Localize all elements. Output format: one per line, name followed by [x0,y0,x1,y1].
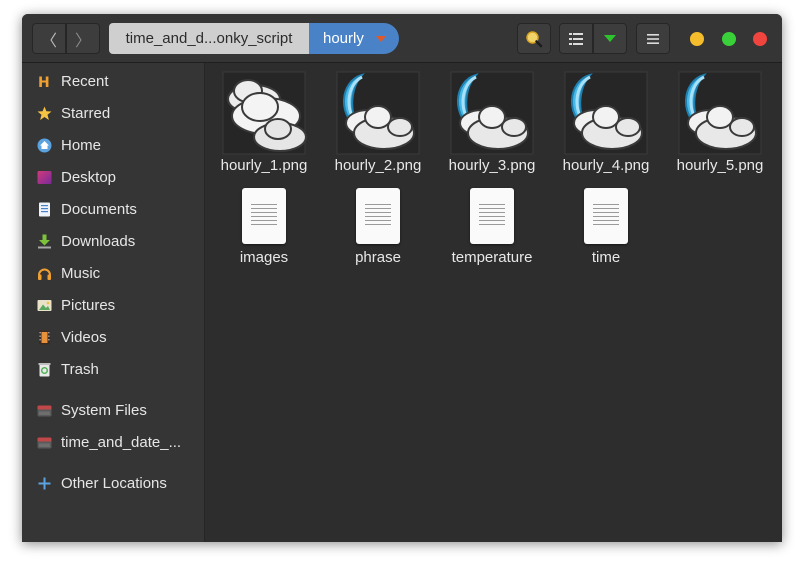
file-name: time [591,249,621,266]
sidebar-item-label: Other Locations [61,475,167,492]
moon-cloud-image-thumbnail [564,71,648,155]
sidebar-item-label: time_and_date_... [61,434,182,451]
list-view-icon [569,32,583,45]
drive-icon [37,437,52,449]
sidebar-item-label: Documents [61,201,137,218]
sidebar-item-videos[interactable]: Videos [22,322,204,352]
sidebar-item-documents[interactable]: Documents [22,194,204,224]
text-document-icon [356,188,400,244]
file-item[interactable]: hourly_5.png [664,71,776,177]
sidebar-item-label: Downloads [61,233,136,250]
moon-cloud-image-thumbnail [336,71,420,155]
file-item[interactable]: phrase [322,188,434,268]
sidebar-item-label: Videos [61,329,107,346]
file-name: hourly_2.png [334,157,422,174]
sidebar-item-label: Home [61,137,102,154]
file-name: phrase [355,249,401,266]
breadcrumb-current-folder[interactable]: hourly [309,23,399,54]
caret-down-icon [375,35,386,42]
search-icon [526,30,543,47]
view-options-button[interactable] [593,23,627,54]
sidebar-item-other-locations[interactable]: Other Locations [22,468,204,498]
file-manager-window: 〈 〉 time_and_d...onky_script hourly H Re… [22,14,782,542]
sidebar-item-trash[interactable]: Trash [22,354,204,384]
file-name: images [239,249,289,266]
text-document-icon [470,188,514,244]
sidebar-item-label: Recent [61,73,109,90]
search-button[interactable] [517,23,551,54]
star-icon [37,106,52,120]
pictures-icon [37,300,52,311]
svg-text:H: H [38,75,50,89]
breadcrumb-parent-label: time_and_d...onky_script [125,30,293,47]
file-item[interactable]: hourly_4.png [550,71,662,177]
sidebar-item-time-and-date-volume[interactable]: time_and_date_... [22,427,204,457]
desktop-icon [37,171,52,184]
file-item[interactable]: hourly_2.png [322,71,434,177]
sidebar-item-recent[interactable]: H Recent [22,66,204,96]
sidebar: H Recent Starred Home Desktop Documents … [22,63,205,542]
back-button[interactable]: 〈 [32,23,66,54]
file-item[interactable]: hourly_1.png [208,71,320,177]
breadcrumb-parent-folder[interactable]: time_and_d...onky_script [109,23,309,54]
file-grid: hourly_1.png hourly_2.png hourly_3.png h… [205,63,782,542]
moon-cloud-image-thumbnail [678,71,762,155]
text-document-icon [242,188,286,244]
sidebar-item-label: Desktop [61,169,117,186]
file-item[interactable]: hourly_3.png [436,71,548,177]
main-menu-button[interactable] [636,23,670,54]
file-name: hourly_4.png [562,157,650,174]
file-item[interactable]: time [550,188,662,268]
list-view-button[interactable] [559,23,593,54]
chevron-left-icon: 〈 [40,32,57,50]
videos-icon [39,330,50,345]
sidebar-item-label: Music [61,265,101,282]
plus-icon [38,477,51,490]
sidebar-item-label: Starred [61,105,111,122]
text-document-icon [584,188,628,244]
file-item[interactable]: temperature [436,188,548,268]
sidebar-item-label: System Files [61,402,147,419]
file-name: hourly_3.png [448,157,536,174]
sidebar-item-starred[interactable]: Starred [22,98,204,128]
trash-icon [38,363,51,377]
breadcrumb-current-label: hourly [323,30,364,47]
home-icon [37,138,52,153]
hamburger-icon [647,33,659,44]
recent-icon: H [38,75,50,89]
header-bar: 〈 〉 time_and_d...onky_script hourly [22,14,782,63]
chevron-right-icon: 〉 [74,32,91,50]
cloud-image-thumbnail [222,71,307,155]
file-name: hourly_1.png [220,157,308,174]
file-name: hourly_5.png [676,157,764,174]
triangle-down-icon [604,34,616,42]
sidebar-item-desktop[interactable]: Desktop [22,162,204,192]
maximize-button[interactable] [722,32,736,46]
close-button[interactable] [753,32,767,46]
file-item[interactable]: images [208,188,320,268]
file-name: temperature [451,249,533,266]
minimize-button[interactable] [690,32,704,46]
forward-button[interactable]: 〉 [66,23,100,54]
music-icon [38,268,51,280]
moon-cloud-image-thumbnail [450,71,534,155]
documents-icon [39,202,50,217]
sidebar-item-label: Pictures [61,297,116,314]
sidebar-item-label: Trash [61,361,99,378]
sidebar-item-system-files[interactable]: System Files [22,395,204,425]
sidebar-item-pictures[interactable]: Pictures [22,290,204,320]
sidebar-item-downloads[interactable]: Downloads [22,226,204,256]
downloads-icon [38,234,51,249]
sidebar-item-home[interactable]: Home [22,130,204,160]
sidebar-item-music[interactable]: Music [22,258,204,288]
drive-icon [37,405,52,417]
